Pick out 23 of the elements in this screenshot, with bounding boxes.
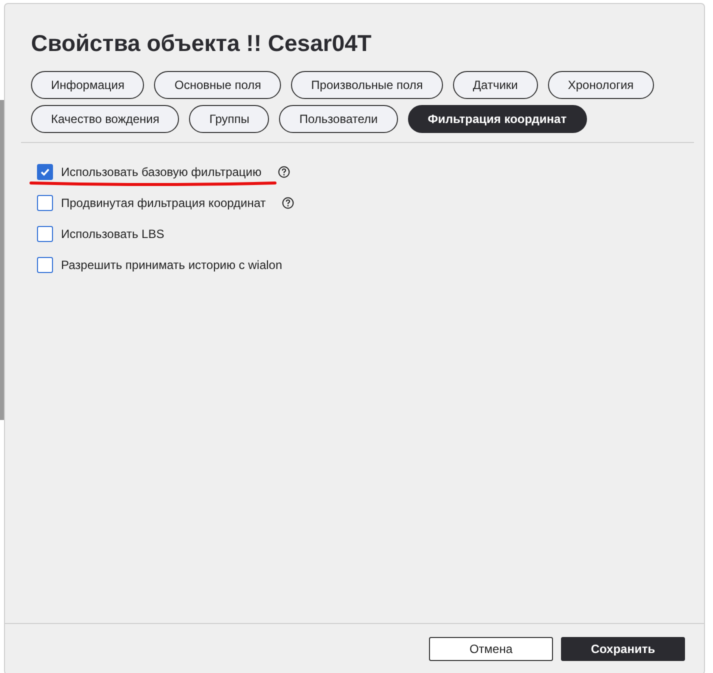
save-button[interactable]: Сохранить xyxy=(561,637,685,661)
tab[interactable]: Хронология xyxy=(548,71,654,99)
tab[interactable]: Информация xyxy=(31,71,144,99)
dialog-title: Свойства объекта !! Cesar04T xyxy=(31,30,372,57)
help-icon[interactable] xyxy=(278,166,290,178)
checkbox[interactable] xyxy=(37,164,53,180)
tab[interactable]: Датчики xyxy=(452,71,538,99)
checkbox[interactable] xyxy=(37,195,53,211)
check-icon xyxy=(40,167,50,177)
checkbox[interactable] xyxy=(37,257,53,273)
checkbox[interactable] xyxy=(37,226,53,242)
option-label: Использовать базовую фильтрацию xyxy=(61,165,262,179)
tab[interactable]: Произвольные поля xyxy=(291,71,443,99)
option-label: Продвинутая фильтрация координат xyxy=(61,196,266,210)
tab[interactable]: Основные поля xyxy=(154,71,282,99)
cancel-button[interactable]: Отмена xyxy=(429,637,553,661)
option-label: Использовать LBS xyxy=(61,227,164,241)
option-label: Разрешить принимать историю с wialon xyxy=(61,258,282,272)
tab[interactable]: Качество вождения xyxy=(31,105,180,133)
tab[interactable]: Фильтрация координат xyxy=(408,105,587,133)
tab[interactable]: Пользователи xyxy=(279,105,398,133)
help-icon[interactable] xyxy=(282,197,294,209)
tab[interactable]: Группы xyxy=(189,105,270,133)
